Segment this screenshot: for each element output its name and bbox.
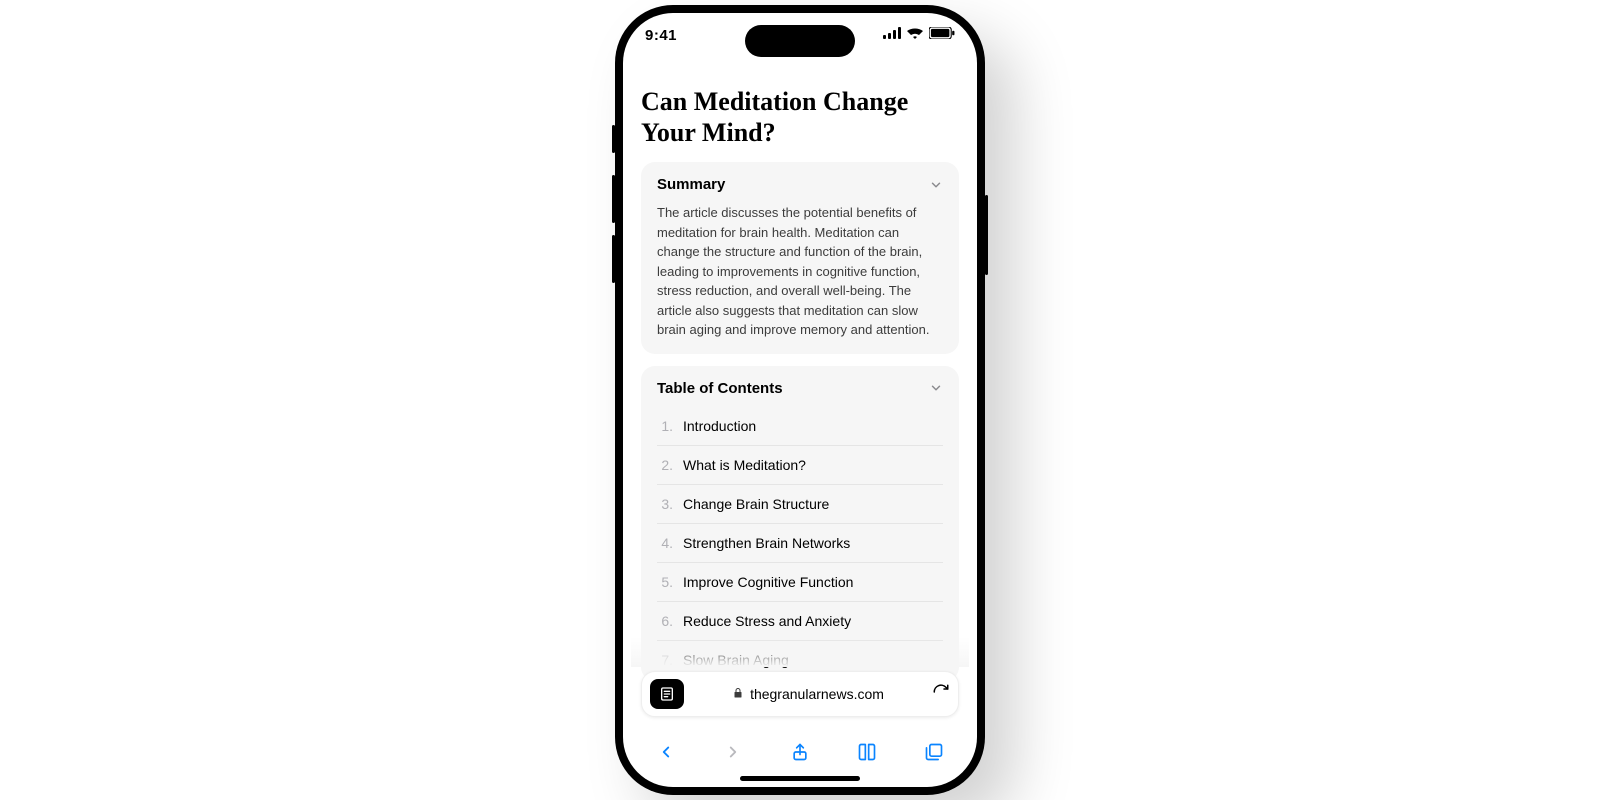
- toc-item-number: 2.: [657, 457, 673, 473]
- url-text: thegranularnews.com: [750, 686, 884, 702]
- reload-button[interactable]: [932, 683, 950, 706]
- chevron-down-icon: [929, 178, 943, 192]
- article-title: Can Meditation Change Your Mind?: [641, 87, 959, 148]
- toc-item[interactable]: 2. What is Meditation?: [657, 445, 943, 484]
- wifi-icon: [907, 27, 923, 39]
- toc-item-number: 5.: [657, 574, 673, 590]
- summary-header[interactable]: Summary: [657, 176, 943, 193]
- toc-item-label: Improve Cognitive Function: [683, 574, 853, 590]
- volume-down-button: [612, 235, 615, 283]
- address-bar[interactable]: thegranularnews.com: [641, 671, 959, 717]
- back-button[interactable]: [651, 737, 681, 767]
- stage: { "status": { "time": "9:41" }, "article…: [0, 0, 1600, 800]
- status-time: 9:41: [645, 27, 677, 44]
- toc-item-number: 1.: [657, 418, 673, 434]
- phone-frame: 9:41 Can Meditation Change Your Mind?: [615, 5, 985, 795]
- toc-item-label: Slow Brain Aging: [683, 652, 789, 668]
- battery-icon: [929, 27, 955, 39]
- toc-card: Table of Contents 1. Introduction 2. What i…: [641, 366, 959, 681]
- power-button: [985, 195, 988, 275]
- summary-label: Summary: [657, 176, 725, 193]
- forward-button[interactable]: [718, 737, 748, 767]
- mute-switch: [612, 125, 615, 153]
- toc-item[interactable]: 3. Change Brain Structure: [657, 484, 943, 523]
- toc-item-number: 3.: [657, 496, 673, 512]
- toc-item-number: 6.: [657, 613, 673, 629]
- summary-card: Summary The article discusses the potent…: [641, 162, 959, 354]
- bookmarks-button[interactable]: [852, 737, 882, 767]
- toc-item[interactable]: 4. Strengthen Brain Networks: [657, 523, 943, 562]
- toc-item-label: What is Meditation?: [683, 457, 806, 473]
- toc-item[interactable]: 1. Introduction: [657, 407, 943, 445]
- toc-label: Table of Contents: [657, 380, 783, 397]
- toc-item-number: 7.: [657, 652, 673, 668]
- toc-list: 1. Introduction 2. What is Meditation? 3. Cha…: [657, 407, 943, 679]
- home-indicator[interactable]: [740, 776, 860, 781]
- dynamic-island: [745, 25, 855, 57]
- reader-mode-button[interactable]: [650, 679, 684, 709]
- chevron-down-icon: [929, 381, 943, 395]
- screen: 9:41 Can Meditation Change Your Mind?: [623, 13, 977, 787]
- toc-item-label: Change Brain Structure: [683, 496, 829, 512]
- toc-item-label: Introduction: [683, 418, 756, 434]
- toc-item-number: 4.: [657, 535, 673, 551]
- toc-header[interactable]: Table of Contents: [657, 380, 943, 397]
- toc-item-label: Strengthen Brain Networks: [683, 535, 850, 551]
- url-display[interactable]: thegranularnews.com: [694, 686, 922, 702]
- summary-text: The article discusses the potential bene…: [657, 203, 943, 354]
- volume-up-button: [612, 175, 615, 223]
- cellular-icon: [883, 27, 901, 39]
- lock-icon: [732, 686, 744, 702]
- tabs-button[interactable]: [919, 737, 949, 767]
- status-indicators: [883, 27, 955, 39]
- share-button[interactable]: [785, 737, 815, 767]
- toc-item[interactable]: 6. Reduce Stress and Anxiety: [657, 601, 943, 640]
- toc-item-label: Reduce Stress and Anxiety: [683, 613, 851, 629]
- safari-toolbar: [623, 727, 977, 777]
- toc-item[interactable]: 5. Improve Cognitive Function: [657, 562, 943, 601]
